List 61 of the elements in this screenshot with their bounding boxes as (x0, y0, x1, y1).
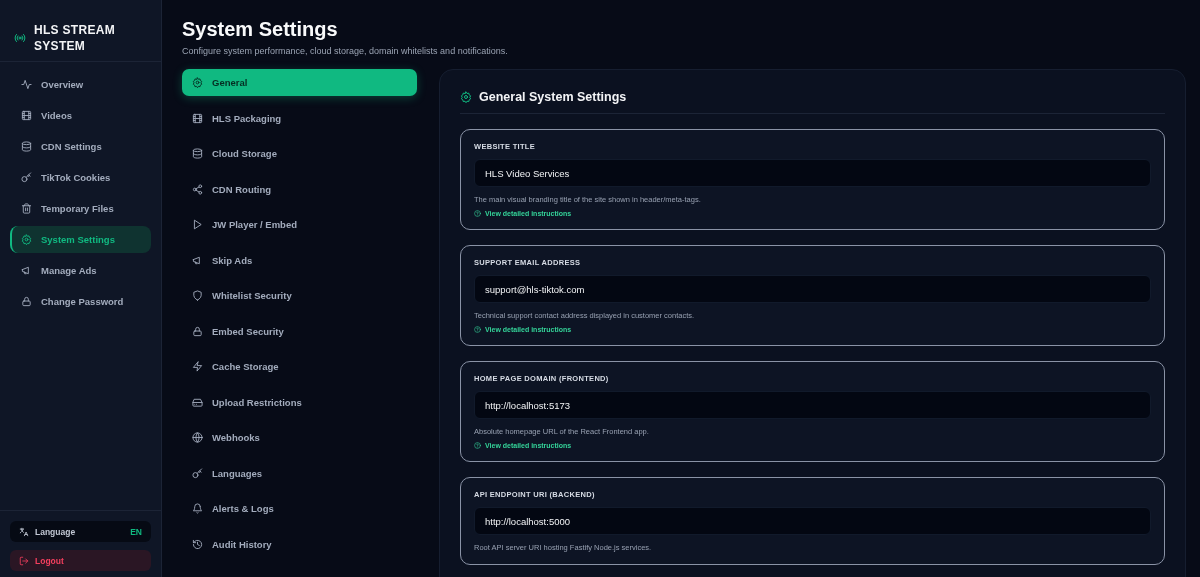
database-icon (192, 148, 203, 159)
pulse-icon (21, 79, 32, 90)
logout-icon (19, 555, 29, 566)
trash-icon (21, 203, 32, 214)
globe-icon (192, 432, 203, 443)
page-title: System Settings (182, 18, 339, 41)
film-icon (21, 110, 32, 121)
input-field[interactable]: support@hls-tiktok.com (474, 275, 1151, 303)
settings-tab[interactable]: Cloud Storage (182, 140, 417, 167)
megaphone-icon (21, 265, 32, 276)
panel-title: General System Settings (479, 90, 627, 104)
lightning-icon (192, 361, 203, 372)
sidebar-item[interactable]: CDN Settings (10, 133, 151, 160)
drive-icon (192, 396, 203, 408)
page-subtitle: Configure system performance, cloud storage, domain whitelists and notifications. (182, 46, 509, 56)
sidebar-item[interactable]: Change Password (10, 288, 151, 315)
key-icon (21, 172, 32, 183)
settings-tab[interactable]: Skip Ads (182, 246, 417, 274)
shield-icon (192, 290, 203, 301)
logout-button[interactable]: Logout (10, 550, 151, 571)
settings-tab[interactable]: Webhooks (182, 424, 417, 451)
sidebar-item[interactable]: Videos (10, 102, 151, 129)
help-icon (474, 442, 481, 449)
history-icon (192, 538, 203, 550)
help-icon (474, 326, 481, 333)
settings-icon (21, 234, 32, 245)
settings-icon (192, 77, 203, 88)
translate-icon (19, 526, 29, 537)
settings-tab[interactable]: Languages (182, 459, 417, 487)
settings-tab[interactable]: Whitelist Security (182, 282, 417, 309)
bell-icon (192, 503, 203, 514)
lock-icon (21, 296, 32, 307)
settings-tab[interactable]: General (182, 69, 417, 96)
key-icon (192, 467, 203, 479)
settings-tab[interactable]: Upload Restrictions (182, 388, 417, 416)
settings-tab[interactable]: JW Player / Embed (182, 211, 417, 238)
database-icon (21, 141, 32, 152)
film-icon (192, 112, 203, 124)
input-field[interactable]: HLS Video Services (474, 159, 1151, 187)
input-field[interactable]: http://localhost:5173 (474, 391, 1151, 419)
settings-tab[interactable]: CDN Routing (182, 175, 417, 203)
broadcast-icon (14, 31, 26, 44)
settings-tab[interactable]: Audit History (182, 530, 417, 558)
sidebar-item[interactable]: TikTok Cookies (10, 164, 151, 191)
settings-tab[interactable]: HLS Packaging (182, 104, 417, 132)
settings-tab[interactable]: Cache Storage (182, 353, 417, 380)
lock-icon (192, 325, 203, 337)
sidebar-item[interactable]: System Settings (10, 226, 151, 253)
settings-tab[interactable]: Alerts & Logs (182, 495, 417, 522)
sidebar-item[interactable]: Manage Ads (10, 257, 151, 284)
language-selector[interactable]: Language EN (10, 521, 151, 542)
input-field[interactable]: http://localhost:5000 (474, 507, 1151, 535)
sidebar-item[interactable]: Overview (10, 71, 151, 98)
play-icon (192, 219, 203, 230)
help-icon (474, 210, 481, 217)
share-icon (192, 183, 203, 195)
settings-tab[interactable]: Embed Security (182, 317, 417, 345)
sidebar-item[interactable]: Temporary Files (10, 195, 151, 222)
settings-icon (460, 91, 472, 103)
app-title: HLS STREAM SYSTEM (34, 21, 115, 54)
megaphone-icon (192, 254, 203, 266)
